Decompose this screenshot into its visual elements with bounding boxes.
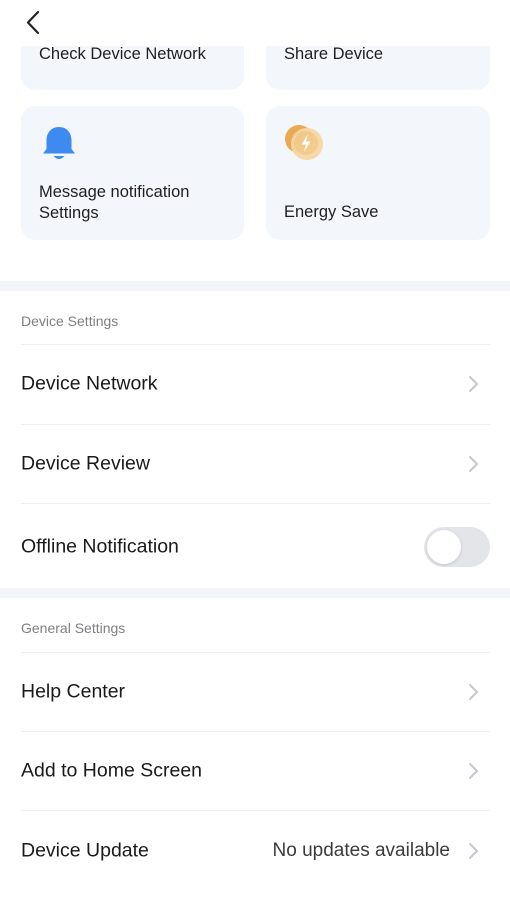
check-network-label: Check Device Network <box>39 45 206 63</box>
add-to-home-screen-label: Add to Home Screen <box>21 759 203 782</box>
chevron-right-icon <box>469 456 478 472</box>
offline-notification-row: Offline Notification <box>21 506 490 588</box>
section-separator <box>0 588 510 598</box>
offline-notification-label: Offline Notification <box>21 535 179 558</box>
share-device-label: Share Device <box>284 45 384 63</box>
device-review-label: Device Review <box>21 452 150 475</box>
add-to-home-screen-row[interactable]: Add to Home Screen <box>21 732 490 810</box>
chevron-right-icon <box>469 684 478 700</box>
device-update-label: Device Update <box>21 839 149 862</box>
divider <box>21 503 490 504</box>
help-center-row[interactable]: Help Center <box>21 653 490 731</box>
bell-icon <box>43 127 75 159</box>
chevron-left-icon[interactable] <box>18 8 48 38</box>
chevron-right-icon <box>469 843 478 859</box>
offline-notification-toggle[interactable] <box>424 527 490 567</box>
energy-save-label: Energy Save <box>284 203 379 221</box>
section-separator <box>0 281 510 291</box>
device-update-status: No updates available <box>272 840 450 861</box>
divider <box>21 810 490 811</box>
quick-actions: Check Device Network Share Device Messag… <box>0 38 510 281</box>
chevron-right-icon <box>469 376 478 392</box>
chevron-right-icon <box>469 763 478 779</box>
top-nav <box>0 0 510 46</box>
device-settings-title: Device Settings <box>21 313 119 329</box>
device-network-row[interactable]: Device Network <box>21 345 490 423</box>
general-settings-title: General Settings <box>21 620 126 636</box>
energy-save-card[interactable]: Energy Save <box>266 106 490 240</box>
message-notification-label: Message notification Settings <box>39 183 190 222</box>
toggle-knob <box>427 530 461 564</box>
help-center-label: Help Center <box>21 680 126 703</box>
device-network-label: Device Network <box>21 372 158 395</box>
device-review-row[interactable]: Device Review <box>21 425 490 503</box>
lightning-bolt-icon <box>285 125 323 160</box>
message-notification-card[interactable]: Message notification Settings <box>21 106 244 240</box>
device-update-row[interactable]: Device Update No updates available <box>21 812 490 890</box>
